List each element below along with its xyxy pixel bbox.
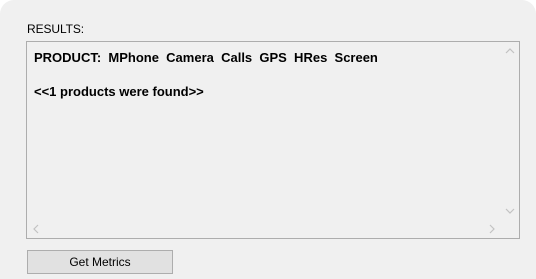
results-line-product: PRODUCT: MPhone Camera Calls GPS HRes Sc… (34, 50, 378, 65)
scroll-up-icon[interactable] (501, 42, 519, 60)
results-line-count: <<1 products were found>> (34, 84, 204, 99)
results-label: RESULTS: (27, 22, 84, 36)
results-panel: RESULTS: PRODUCT: MPhone Camera Calls GP… (0, 0, 536, 279)
scroll-left-icon[interactable] (27, 220, 45, 238)
get-metrics-button[interactable]: Get Metrics (27, 250, 173, 274)
vertical-scrollbar[interactable] (501, 42, 519, 220)
results-text: PRODUCT: MPhone Camera Calls GPS HRes Sc… (34, 50, 495, 100)
scrollbar-corner (501, 220, 519, 238)
horizontal-scrollbar[interactable] (27, 220, 501, 238)
scroll-right-icon[interactable] (483, 220, 501, 238)
results-textbox[interactable]: PRODUCT: MPhone Camera Calls GPS HRes Sc… (26, 41, 520, 239)
scroll-down-icon[interactable] (501, 202, 519, 220)
